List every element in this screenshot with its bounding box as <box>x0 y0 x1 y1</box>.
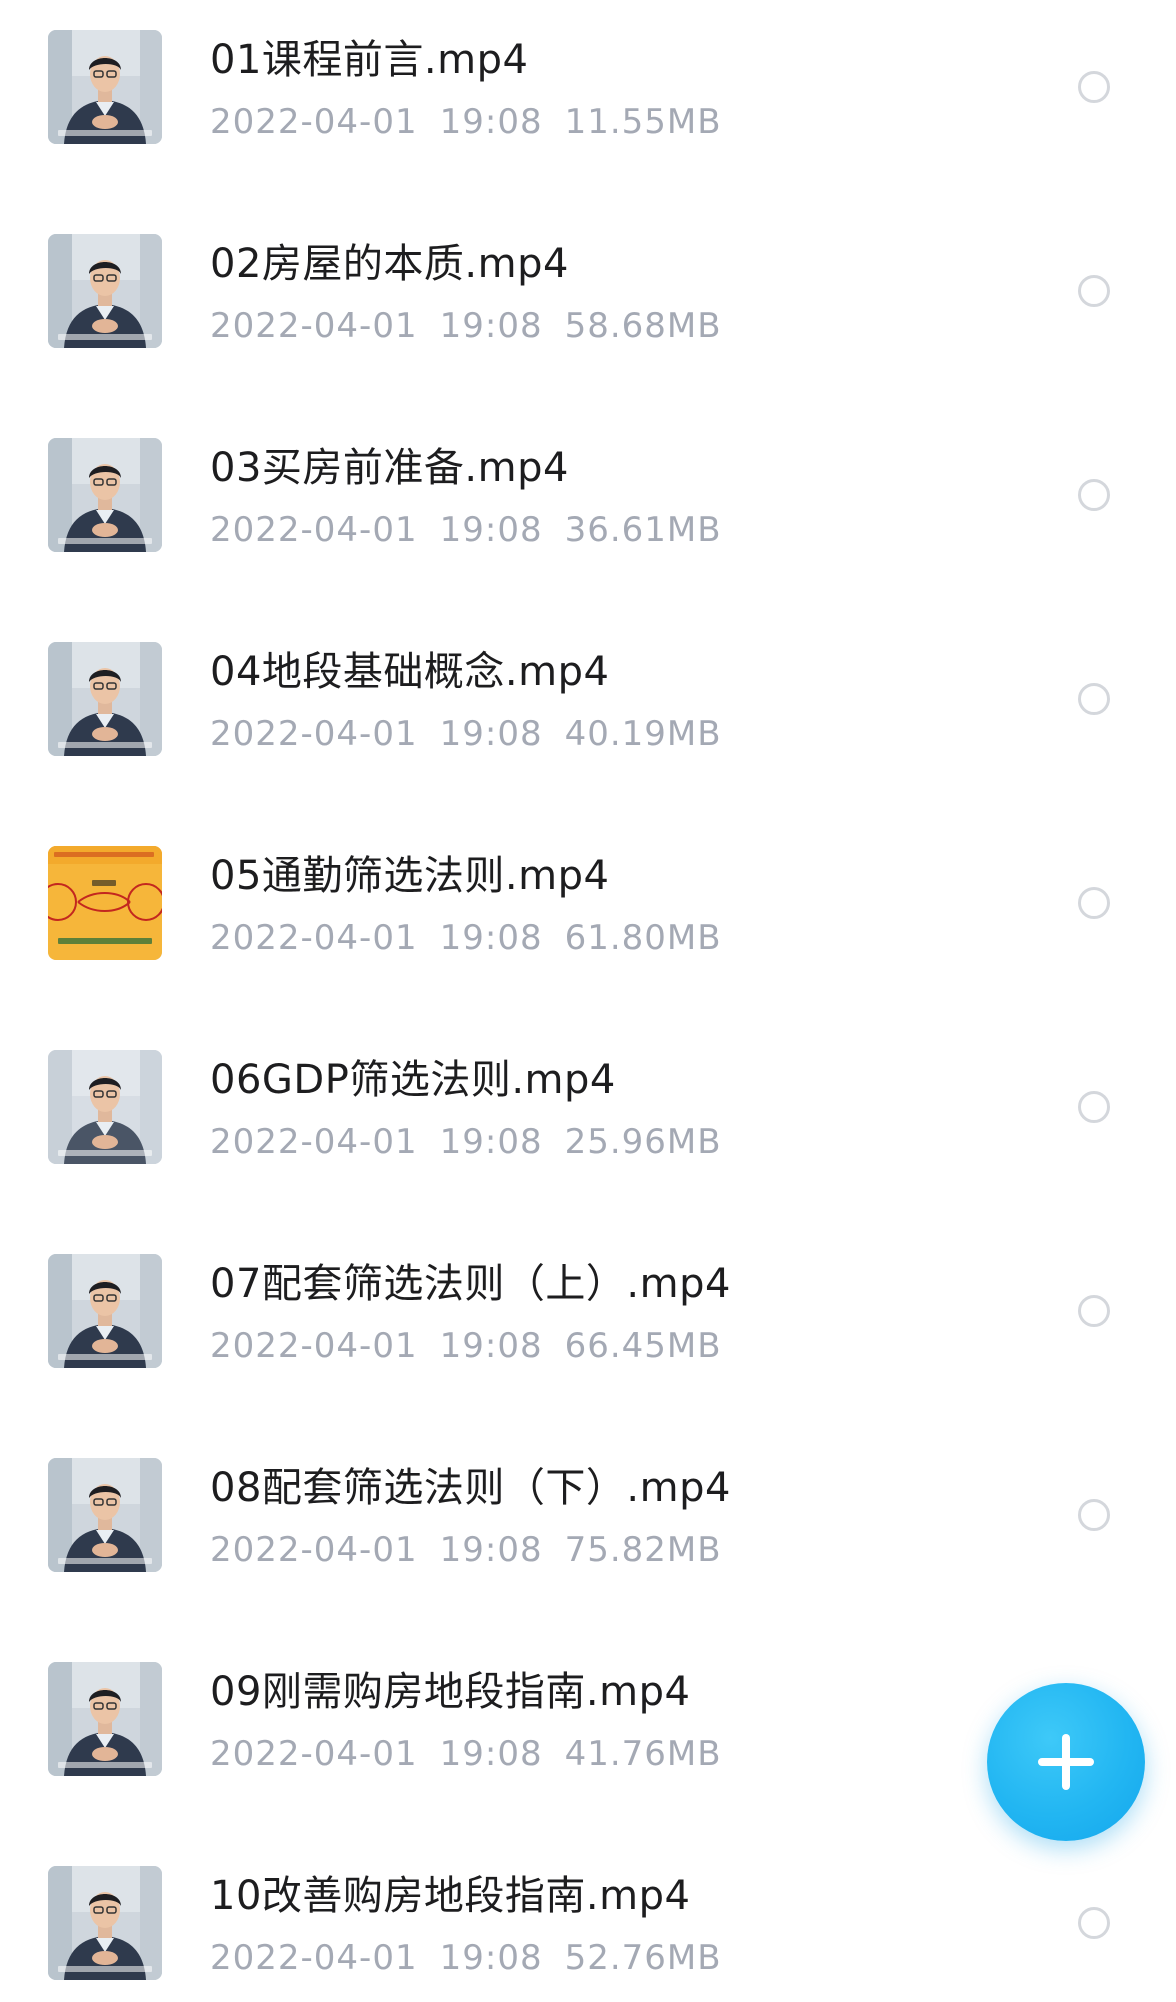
file-meta: 2022-04-01 19:08 52.76MB <box>210 1934 744 1982</box>
file-time: 19:08 <box>439 510 543 550</box>
file-size: 75.82MB <box>564 1530 722 1570</box>
file-row[interactable]: 01课程前言.mp4 2022-04-01 19:08 11.55MB <box>0 0 1176 204</box>
file-size: 58.68MB <box>564 306 722 346</box>
select-radio[interactable] <box>1078 683 1110 715</box>
video-thumbnail <box>48 1662 162 1776</box>
file-row[interactable]: 08配套筛选法则（下）.mp4 2022-04-01 19:08 75.82MB <box>0 1428 1176 1632</box>
file-name: 01课程前言.mp4 <box>210 37 529 83</box>
file-row[interactable]: 03买房前准备.mp4 2022-04-01 19:08 36.61MB <box>0 408 1176 612</box>
file-name: 08配套筛选法则（下）.mp4 <box>210 1465 731 1511</box>
file-time: 19:08 <box>439 306 543 346</box>
add-file-button[interactable] <box>987 1683 1145 1841</box>
file-row[interactable]: 07配套筛选法则（上）.mp4 2022-04-01 19:08 66.45MB <box>0 1224 1176 1428</box>
file-meta: 2022-04-01 19:08 11.55MB <box>210 98 744 146</box>
file-time: 19:08 <box>439 1938 543 1978</box>
file-time: 19:08 <box>439 1122 543 1162</box>
select-radio[interactable] <box>1078 1295 1110 1327</box>
file-size: 11.55MB <box>564 102 722 142</box>
file-size: 41.76MB <box>564 1734 722 1774</box>
file-name: 07配套筛选法则（上）.mp4 <box>210 1261 731 1307</box>
file-size: 61.80MB <box>564 918 722 958</box>
file-meta: 2022-04-01 19:08 41.76MB <box>210 1730 744 1778</box>
file-date: 2022-04-01 <box>210 1734 418 1774</box>
file-name: 05通勤筛选法则.mp4 <box>210 853 610 899</box>
video-thumbnail <box>48 846 162 960</box>
file-time: 19:08 <box>439 1326 543 1366</box>
file-time: 19:08 <box>439 918 543 958</box>
select-radio[interactable] <box>1078 887 1110 919</box>
file-meta: 2022-04-01 19:08 75.82MB <box>210 1526 744 1574</box>
file-meta: 2022-04-01 19:08 61.80MB <box>210 914 744 962</box>
select-radio[interactable] <box>1078 1091 1110 1123</box>
video-thumbnail <box>48 438 162 552</box>
select-radio[interactable] <box>1078 275 1110 307</box>
file-date: 2022-04-01 <box>210 714 418 754</box>
file-date: 2022-04-01 <box>210 102 418 142</box>
file-name: 09刚需购房地段指南.mp4 <box>210 1669 691 1715</box>
file-size: 66.45MB <box>564 1326 722 1366</box>
file-size: 52.76MB <box>564 1938 722 1978</box>
video-thumbnail <box>48 234 162 348</box>
file-row[interactable]: 10改善购房地段指南.mp4 2022-04-01 19:08 52.76MB <box>0 1836 1176 2002</box>
file-date: 2022-04-01 <box>210 1122 418 1162</box>
file-size: 36.61MB <box>564 510 722 550</box>
file-meta: 2022-04-01 19:08 25.96MB <box>210 1118 744 1166</box>
file-date: 2022-04-01 <box>210 306 418 346</box>
file-row[interactable]: 02房屋的本质.mp4 2022-04-01 19:08 58.68MB <box>0 204 1176 408</box>
file-date: 2022-04-01 <box>210 1530 418 1570</box>
video-thumbnail <box>48 1458 162 1572</box>
file-name: 02房屋的本质.mp4 <box>210 241 569 287</box>
file-meta: 2022-04-01 19:08 40.19MB <box>210 710 744 758</box>
video-thumbnail <box>48 642 162 756</box>
video-thumbnail <box>48 30 162 144</box>
app-screen: 01课程前言.mp4 2022-04-01 19:08 11.55MB 02房屋的本质.… <box>0 0 1176 2002</box>
file-meta: 2022-04-01 19:08 58.68MB <box>210 302 744 350</box>
file-name: 10改善购房地段指南.mp4 <box>210 1873 691 1919</box>
file-row[interactable]: 05通勤筛选法则.mp4 2022-04-01 19:08 61.80MB <box>0 816 1176 1020</box>
file-name: 06GDP筛选法则.mp4 <box>210 1057 616 1103</box>
select-radio[interactable] <box>1078 71 1110 103</box>
file-size: 40.19MB <box>564 714 722 754</box>
file-date: 2022-04-01 <box>210 1938 418 1978</box>
file-meta: 2022-04-01 19:08 66.45MB <box>210 1322 744 1370</box>
file-date: 2022-04-01 <box>210 1326 418 1366</box>
file-name: 04地段基础概念.mp4 <box>210 649 610 695</box>
video-thumbnail <box>48 1050 162 1164</box>
file-time: 19:08 <box>439 714 543 754</box>
file-name: 03买房前准备.mp4 <box>210 445 569 491</box>
plus-icon <box>1038 1734 1094 1790</box>
file-size: 25.96MB <box>564 1122 722 1162</box>
video-thumbnail <box>48 1866 162 1980</box>
file-time: 19:08 <box>439 1530 543 1570</box>
file-meta: 2022-04-01 19:08 36.61MB <box>210 506 744 554</box>
file-date: 2022-04-01 <box>210 918 418 958</box>
select-radio[interactable] <box>1078 1499 1110 1531</box>
file-row[interactable]: 06GDP筛选法则.mp4 2022-04-01 19:08 25.96MB <box>0 1020 1176 1224</box>
file-date: 2022-04-01 <box>210 510 418 550</box>
file-time: 19:08 <box>439 102 543 142</box>
file-row[interactable]: 04地段基础概念.mp4 2022-04-01 19:08 40.19MB <box>0 612 1176 816</box>
select-radio[interactable] <box>1078 1907 1110 1939</box>
file-time: 19:08 <box>439 1734 543 1774</box>
select-radio[interactable] <box>1078 479 1110 511</box>
video-thumbnail <box>48 1254 162 1368</box>
